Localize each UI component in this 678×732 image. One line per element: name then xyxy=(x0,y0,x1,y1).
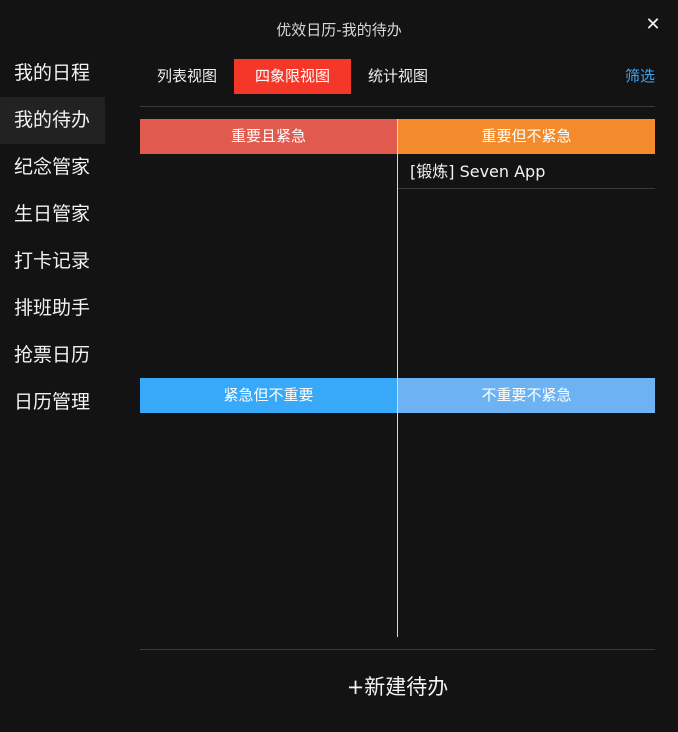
quadrant-header-urgent-not-important: 紧急但不重要 xyxy=(140,378,397,413)
close-icon[interactable]: ✕ xyxy=(642,14,664,36)
sidebar-item-calendar-manage[interactable]: 日历管理 xyxy=(0,379,105,426)
sidebar-item-shift[interactable]: 排班助手 xyxy=(0,285,105,332)
sidebar-item-my-todos[interactable]: 我的待办 xyxy=(0,97,105,144)
filter-link[interactable]: 筛选 xyxy=(625,59,655,94)
task-item[interactable]: [锻炼] Seven App xyxy=(398,155,655,189)
divider xyxy=(140,649,655,650)
sidebar-item-my-schedule[interactable]: 我的日程 xyxy=(0,50,105,97)
view-tabs: 列表视图 四象限视图 统计视图 筛选 xyxy=(140,59,655,94)
sidebar-item-anniversary[interactable]: 纪念管家 xyxy=(0,144,105,191)
tab-stats-view[interactable]: 统计视图 xyxy=(351,59,445,94)
quadrant-header-important-not-urgent: 重要但不紧急 xyxy=(398,119,655,154)
tab-list-view[interactable]: 列表视图 xyxy=(140,59,234,94)
sidebar-item-ticket[interactable]: 抢票日历 xyxy=(0,332,105,379)
tab-quadrant-view[interactable]: 四象限视图 xyxy=(234,59,351,94)
sidebar: 我的日程 我的待办 纪念管家 生日管家 打卡记录 排班助手 抢票日历 日历管理 xyxy=(0,50,105,426)
quadrant-header-not-important-not-urgent: 不重要不紧急 xyxy=(398,378,655,413)
sidebar-item-checkin[interactable]: 打卡记录 xyxy=(0,238,105,285)
quadrant-header-important-urgent: 重要且紧急 xyxy=(140,119,397,154)
sidebar-item-birthday[interactable]: 生日管家 xyxy=(0,191,105,238)
new-todo-button[interactable]: +新建待办 xyxy=(140,660,655,715)
quadrant-divider xyxy=(397,119,398,637)
divider xyxy=(140,106,655,107)
